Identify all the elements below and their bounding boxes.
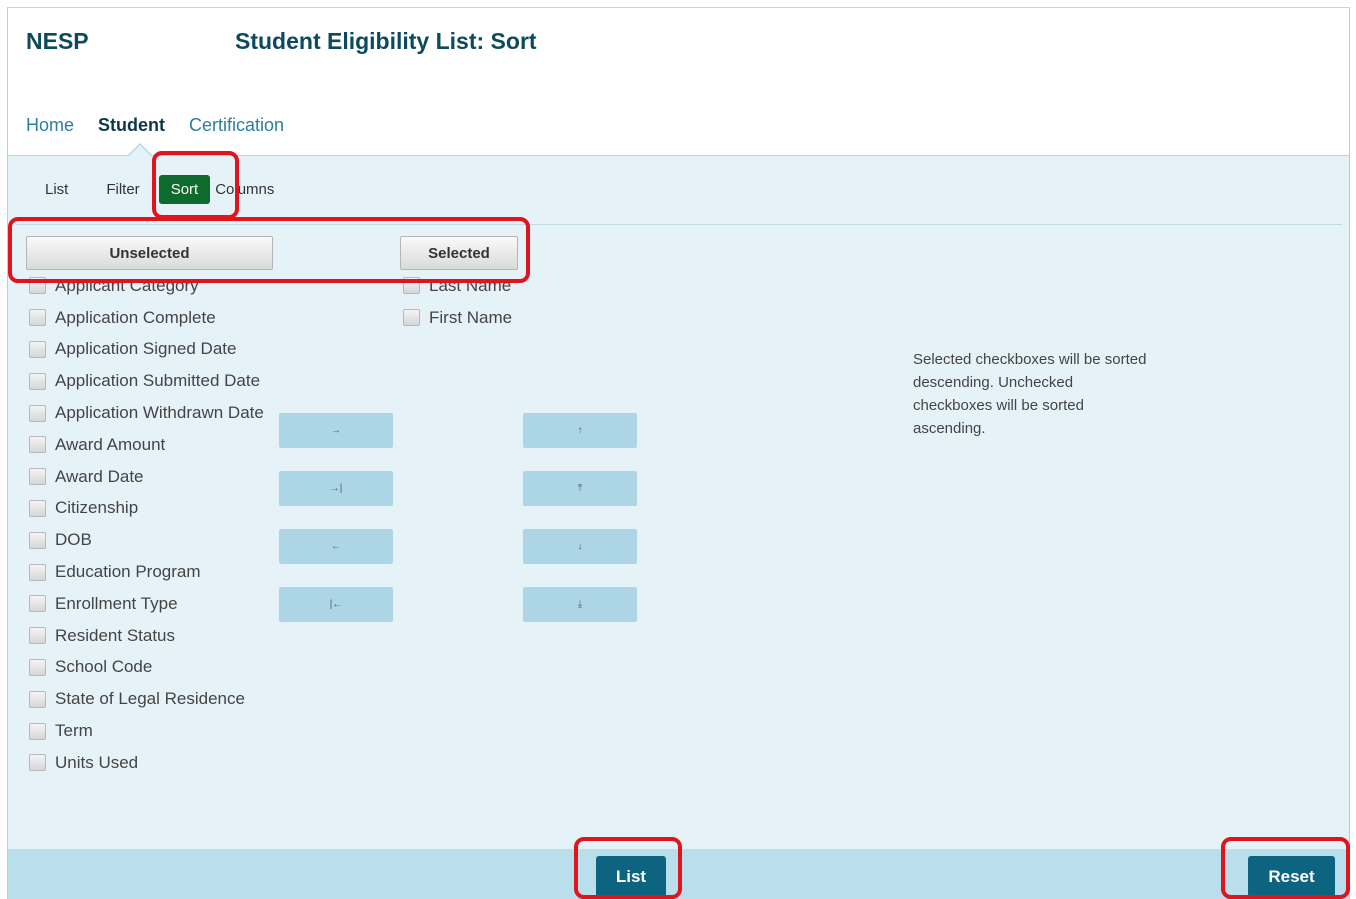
checkbox[interactable] — [29, 595, 46, 613]
list-item[interactable]: Application Withdrawn Date — [29, 397, 279, 429]
list-item[interactable]: DOB — [29, 524, 279, 556]
field-label: Education Program — [55, 562, 201, 582]
nav-certification[interactable]: Certification — [189, 115, 284, 136]
reset-button[interactable]: Reset — [1248, 856, 1335, 897]
nav-student[interactable]: Student — [98, 115, 165, 136]
list-item[interactable]: Application Submitted Date — [29, 365, 279, 397]
checkbox[interactable] — [29, 531, 46, 549]
field-label: Units Used — [55, 752, 139, 772]
move-bottom-button[interactable]: ⤓ — [523, 587, 637, 622]
list-button[interactable]: List — [596, 856, 666, 897]
checkbox[interactable] — [29, 754, 46, 772]
field-label: Application Signed Date — [55, 339, 237, 359]
subtab-sort[interactable]: Sort — [158, 174, 211, 204]
field-label: Term — [55, 721, 93, 741]
arrow-up-icon: ↑ — [577, 425, 583, 436]
move-down-button[interactable]: ↓ — [523, 529, 637, 564]
arrow-bottom-icon: ⤓ — [577, 599, 583, 610]
checkbox[interactable] — [29, 309, 46, 327]
checkbox[interactable] — [403, 277, 420, 295]
move-top-button[interactable]: ⤒ — [523, 471, 637, 506]
field-label: School Code — [55, 657, 153, 677]
checkbox[interactable] — [29, 658, 46, 676]
list-item[interactable]: State of Legal Residence — [29, 683, 279, 715]
arrow-down-icon: ↓ — [577, 541, 583, 552]
field-label: Last Name — [429, 275, 512, 295]
field-label: Application Submitted Date — [55, 371, 261, 391]
field-label: Application Withdrawn Date — [55, 403, 264, 423]
app-name: NESP — [26, 28, 89, 54]
subtab-columns[interactable]: Columns — [210, 175, 283, 204]
list-item[interactable]: Citizenship — [29, 493, 279, 525]
list-item[interactable]: Award Amount — [29, 429, 279, 461]
sub-navigation: List Filter Sort Columns — [36, 174, 303, 204]
field-label: Application Complete — [55, 307, 216, 327]
checkbox[interactable] — [29, 468, 46, 486]
checkbox[interactable] — [29, 690, 46, 708]
checkbox[interactable] — [29, 722, 46, 740]
selected-list: Last Name First Name — [403, 270, 553, 334]
field-label: Enrollment Type — [55, 593, 178, 613]
list-item[interactable]: Education Program — [29, 556, 279, 588]
field-label: First Name — [429, 307, 513, 327]
arrow-left-bar-icon: |← — [329, 599, 343, 610]
divider — [16, 224, 1342, 225]
page-header: NESP Student Eligibility List: Sort Home… — [8, 8, 1349, 155]
checkbox[interactable] — [403, 309, 420, 327]
field-label: DOB — [55, 530, 92, 550]
list-item[interactable]: Award Date — [29, 461, 279, 493]
list-item[interactable]: Units Used — [29, 747, 279, 779]
list-item[interactable]: Enrollment Type — [29, 588, 279, 620]
list-item[interactable]: Application Signed Date — [29, 334, 279, 366]
move-all-left-button[interactable]: |← — [279, 587, 393, 622]
arrow-left-icon: ← — [331, 541, 341, 552]
checkbox[interactable] — [29, 372, 46, 390]
move-left-button[interactable]: ← — [279, 529, 393, 564]
list-item[interactable]: First Name — [403, 302, 553, 334]
subtab-filter[interactable]: Filter — [97, 175, 148, 204]
top-navigation: Home Student Certification — [26, 115, 308, 136]
checkbox[interactable] — [29, 627, 46, 645]
move-all-right-button[interactable]: →| — [279, 471, 393, 506]
unselected-list: Applicant Category Application Complete … — [29, 270, 279, 779]
list-item[interactable]: Resident Status — [29, 620, 279, 652]
field-label: Award Amount — [55, 434, 166, 454]
list-item[interactable]: Application Complete — [29, 302, 279, 334]
arrow-right-bar-icon: →| — [329, 483, 343, 494]
list-item[interactable]: Applicant Category — [29, 270, 279, 302]
move-right-button[interactable]: → — [279, 413, 393, 448]
sort-help-text: Selected checkboxes will be sorted desce… — [913, 351, 1147, 437]
move-up-button[interactable]: ↑ — [523, 413, 637, 448]
field-label: Citizenship — [55, 498, 139, 518]
nav-home[interactable]: Home — [26, 115, 74, 136]
field-label: Applicant Category — [55, 275, 199, 295]
arrow-top-icon: ⤒ — [577, 483, 583, 494]
list-item[interactable]: School Code — [29, 652, 279, 684]
page-title: Student Eligibility List: Sort — [235, 28, 537, 54]
arrow-right-icon: → — [331, 425, 341, 436]
field-label: Resident Status — [55, 625, 176, 645]
subtab-list[interactable]: List — [36, 175, 77, 204]
checkbox[interactable] — [29, 563, 46, 581]
checkbox[interactable] — [29, 436, 46, 454]
footer-bar — [8, 849, 1349, 899]
field-label: Award Date — [55, 466, 144, 486]
list-item[interactable]: Last Name — [403, 270, 553, 302]
selected-header-button[interactable]: Selected — [400, 236, 518, 270]
checkbox[interactable] — [29, 404, 46, 422]
list-item[interactable]: Term — [29, 715, 279, 747]
field-label: State of Legal Residence — [55, 689, 245, 709]
checkbox[interactable] — [29, 340, 46, 358]
checkbox[interactable] — [29, 277, 46, 295]
checkbox[interactable] — [29, 499, 46, 517]
unselected-header-button[interactable]: Unselected — [26, 236, 273, 270]
active-nav-indicator-fill — [129, 145, 151, 156]
